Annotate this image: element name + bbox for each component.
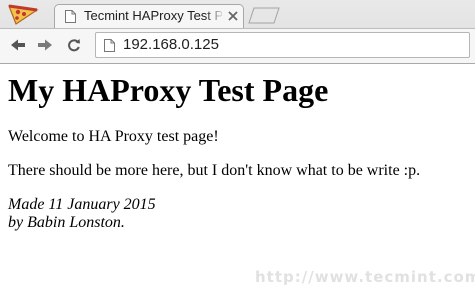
pizza-logo-icon bbox=[8, 4, 39, 25]
site-watermark: http://www.tecmint.com bbox=[255, 268, 475, 286]
tab-title: Tecmint HAProxy Test Page bbox=[84, 8, 222, 23]
url-text[interactable]: 192.168.0.125 bbox=[123, 36, 219, 53]
address-line-date: Made 11 January 2015 bbox=[8, 196, 156, 213]
address-bar[interactable]: 192.168.0.125 bbox=[95, 32, 470, 58]
welcome-paragraph: Welcome to HA Proxy test page! bbox=[8, 128, 219, 145]
new-tab-button[interactable] bbox=[248, 7, 280, 24]
page-icon bbox=[104, 39, 115, 52]
note-paragraph: There should be more here, but I don't k… bbox=[8, 162, 421, 179]
forward-arrow-icon[interactable] bbox=[37, 38, 53, 52]
page-icon bbox=[65, 10, 76, 23]
tab-strip: Tecmint HAProxy Test Page bbox=[0, 0, 475, 28]
browser-chrome: Tecmint HAProxy Test Page 192.168.0.12 bbox=[0, 0, 475, 64]
page-heading: My HAProxy Test Page bbox=[8, 72, 329, 108]
back-arrow-icon[interactable] bbox=[10, 38, 26, 52]
tab-title-fade bbox=[205, 7, 225, 25]
toolbar: 192.168.0.125 bbox=[0, 28, 475, 63]
reload-icon[interactable] bbox=[66, 38, 82, 52]
address-line-author: by Babin Lonston. bbox=[8, 214, 125, 231]
author-address: Made 11 January 2015 by Babin Lonston. bbox=[8, 196, 156, 232]
tab-active[interactable]: Tecmint HAProxy Test Page bbox=[54, 4, 244, 28]
close-icon[interactable] bbox=[227, 10, 239, 22]
